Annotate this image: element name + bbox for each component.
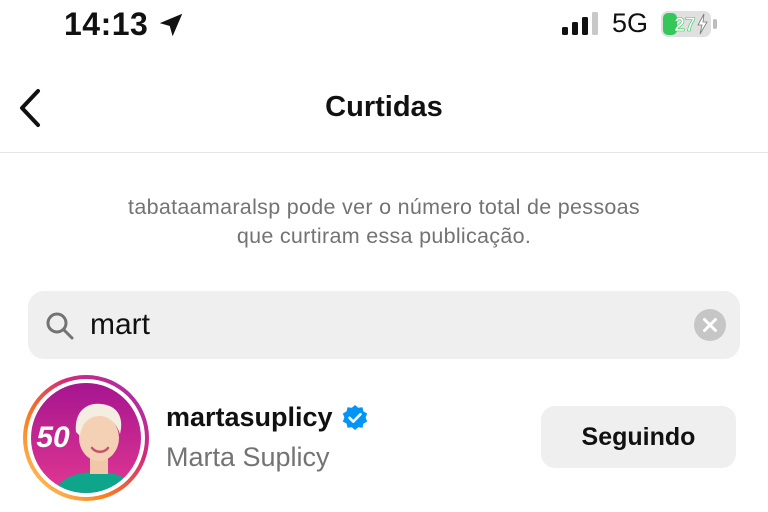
info-line-1: tabataamaralsp pode ver o número total d… <box>128 195 640 219</box>
status-bar: 14:13 5G 27 <box>0 0 768 50</box>
search-input[interactable] <box>90 301 670 349</box>
nav-bar: Curtidas <box>0 60 768 153</box>
signal-bars-icon <box>562 12 598 35</box>
following-button[interactable]: Seguindo <box>541 406 736 468</box>
page-title: Curtidas <box>325 91 443 123</box>
verified-badge-icon <box>342 404 367 430</box>
location-arrow-icon <box>159 13 183 37</box>
username-line: martasuplicy <box>166 402 369 433</box>
avatar[interactable]: 50 <box>22 374 150 502</box>
status-time: 14:13 <box>64 6 149 42</box>
full-name: Marta Suplicy <box>166 442 330 472</box>
info-line-2: que curtiram essa publicação. <box>236 224 532 248</box>
battery-charging-icon: 27 <box>661 11 717 37</box>
battery-level: 27 <box>674 15 695 36</box>
network-type: 5G <box>612 8 649 38</box>
search-icon <box>46 312 74 340</box>
likes-privacy-note: tabataamaralsp pode ver o número total d… <box>0 193 768 251</box>
search-bar[interactable] <box>28 291 740 359</box>
clear-icon[interactable] <box>694 309 726 341</box>
avatar-badge-text: 50 <box>36 421 70 454</box>
username[interactable]: martasuplicy <box>166 402 333 433</box>
